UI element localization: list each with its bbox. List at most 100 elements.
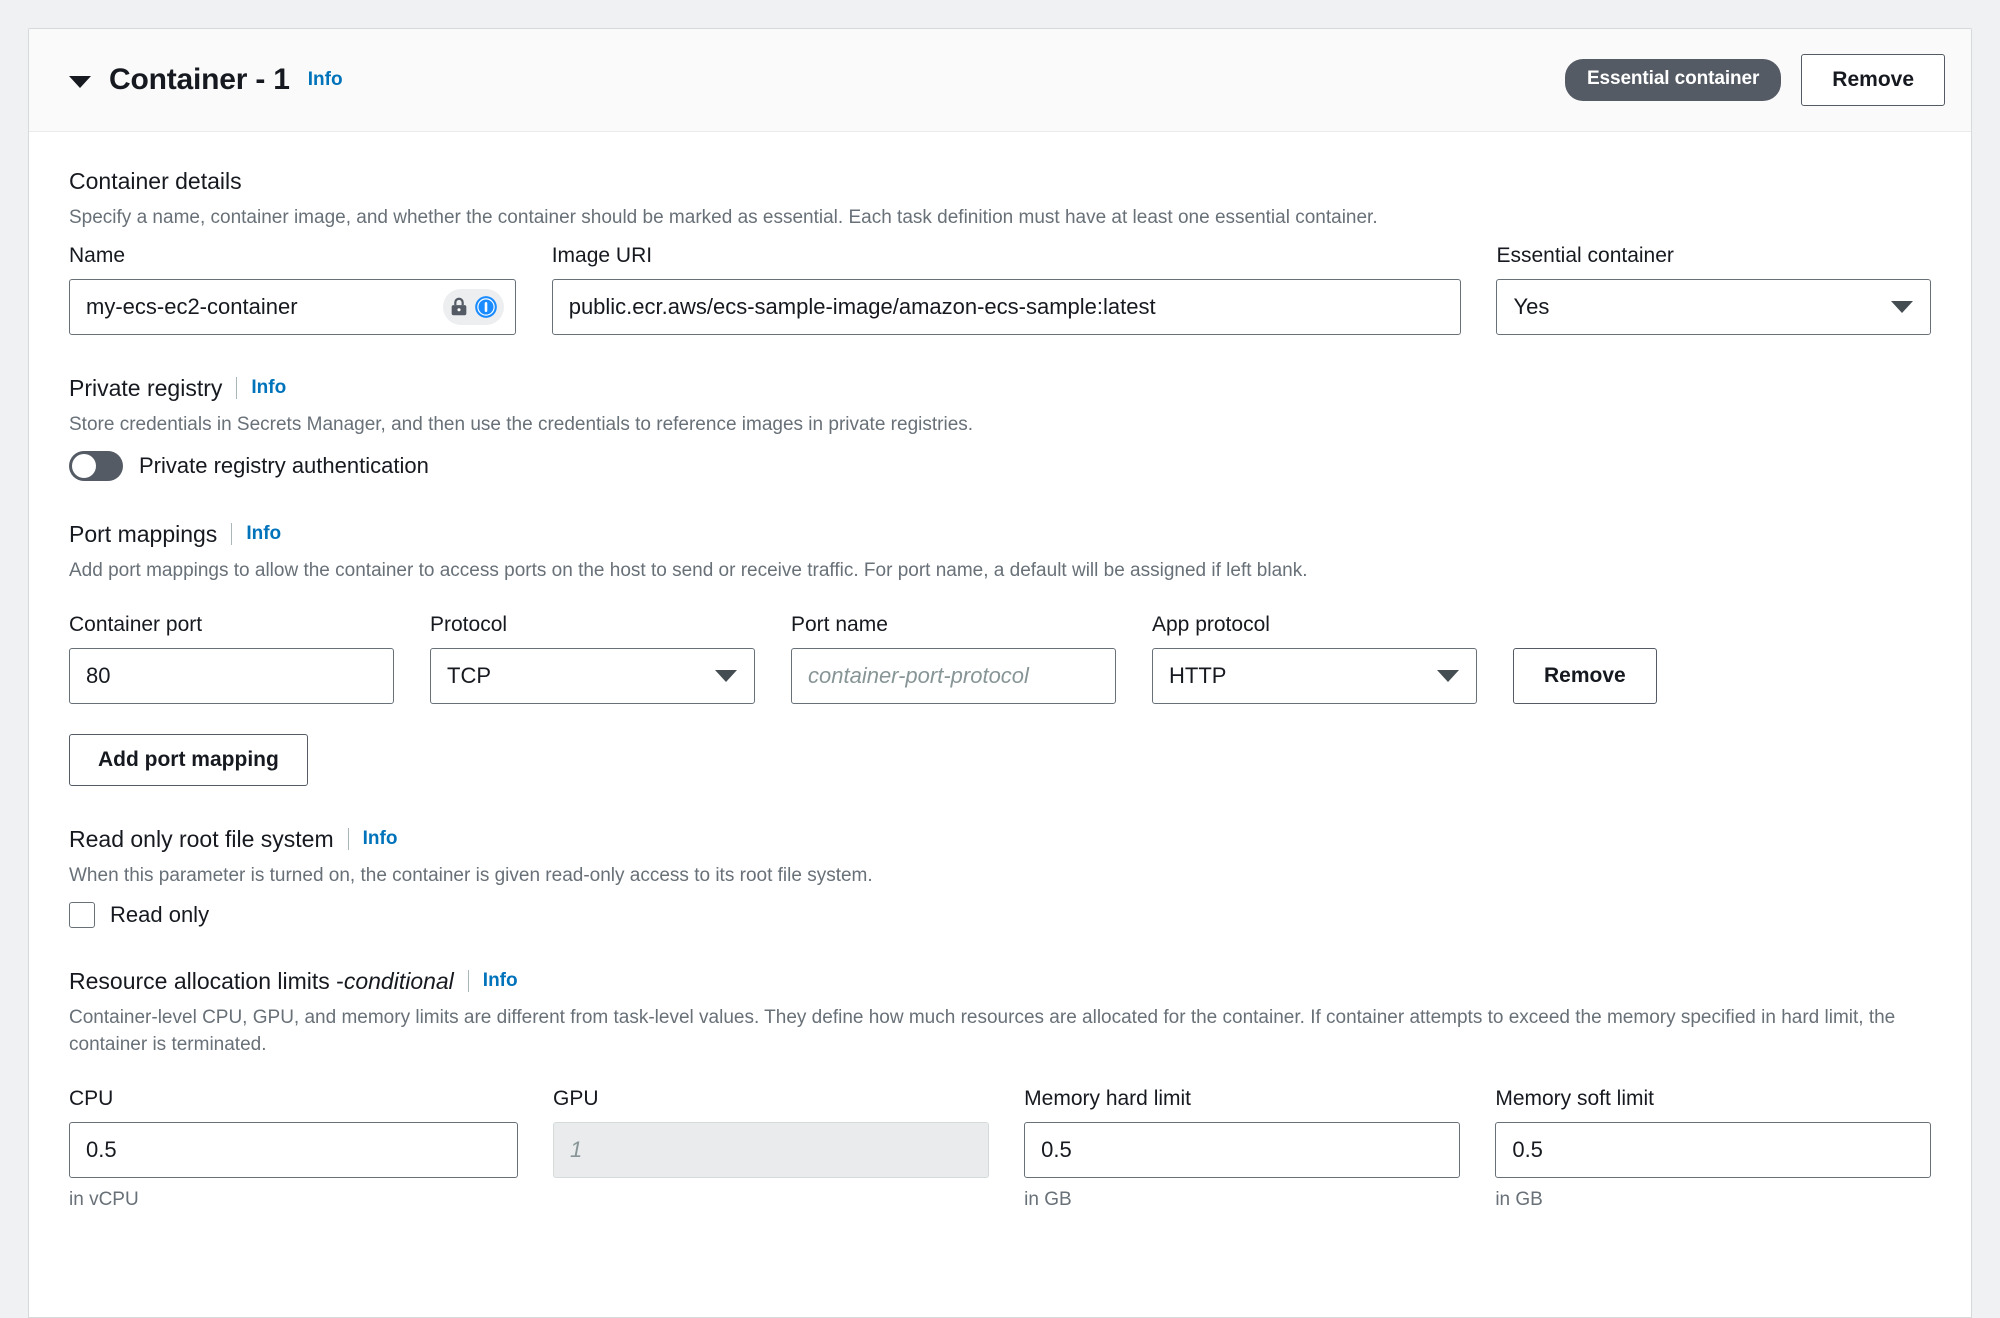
section-read-only-root: Read only root file system Info When thi… <box>69 826 1931 928</box>
port-mappings-heading: Port mappings Info <box>69 521 1931 548</box>
name-input-wrap <box>69 278 517 335</box>
card-header: Container - 1 Info Essential container R… <box>29 29 1971 132</box>
read-only-description: When this parameter is turned on, the co… <box>69 864 873 886</box>
card-body: Container details Specify a name, contai… <box>29 132 1971 1251</box>
card-header-right: Essential container Remove <box>1564 54 1945 106</box>
read-only-heading: Read only root file system Info <box>69 826 1931 853</box>
private-registry-description: Store credentials in Secrets Manager, an… <box>69 413 974 435</box>
field-image-uri: Image URI <box>551 243 1462 335</box>
field-app-protocol: App protocol HTTP <box>1152 613 1477 704</box>
field-name: Name <box>69 243 517 335</box>
field-essential-container: Essential container Yes <box>1496 244 1931 335</box>
resource-limits-heading: Resource allocation limits - conditional… <box>69 968 1931 995</box>
spacer-res-1 <box>69 1071 1931 1087</box>
field-memory-soft-limit: Memory soft limit in GB <box>1495 1086 1932 1211</box>
field-remove-port: Remove <box>1513 613 1657 704</box>
container-details-fields: Name my-ecs-ec2-container Image URI publ… <box>69 244 1931 335</box>
read-only-heading-text: Read only root file system <box>69 825 334 852</box>
port-name-input[interactable] <box>791 647 1116 704</box>
label-port-name: Port name <box>791 612 888 636</box>
private-registry-auth-toggle[interactable] <box>69 450 123 481</box>
spacer-section-2 <box>69 481 1931 521</box>
page-root: Container - 1 Info Essential container R… <box>0 0 2000 1318</box>
memory-soft-limit-hint: in GB <box>1495 1188 1543 1210</box>
essential-container-select-wrap: Yes <box>1496 278 1931 335</box>
container-port-input[interactable] <box>69 647 394 704</box>
field-memory-hard-limit: Memory hard limit in GB <box>1024 1087 1460 1211</box>
field-container-port: Container port <box>69 613 394 704</box>
field-gpu: GPU <box>552 1086 989 1211</box>
remove-port-mapping-button[interactable]: Remove <box>1513 647 1657 704</box>
info-link-read-only[interactable]: Info <box>363 828 398 850</box>
container-details-heading: Container details <box>69 168 1931 195</box>
resource-limits-description: Container-level CPU, GPU, and memory lim… <box>69 1006 1896 1055</box>
field-port-name: Port name <box>791 613 1116 704</box>
memory-hard-limit-input[interactable] <box>1024 1121 1460 1178</box>
page-title: Container - 1 <box>109 63 290 96</box>
resource-limits-heading-conditional: conditional <box>343 967 454 994</box>
spacer-port-6 <box>69 704 1931 734</box>
spacer-res-3 <box>989 1087 1024 1211</box>
spacer-port-3 <box>755 613 791 704</box>
cpu-input[interactable] <box>69 1121 518 1178</box>
add-port-mapping-button[interactable]: Add port mapping <box>69 733 308 786</box>
gpu-input <box>552 1121 989 1178</box>
spacer-res-4 <box>1460 1087 1495 1211</box>
spacer-port-2 <box>394 613 430 704</box>
label-app-protocol: App protocol <box>1152 612 1270 636</box>
info-link-resource-limits[interactable]: Info <box>483 970 518 992</box>
toggle-knob <box>72 453 96 478</box>
spacer-section-1 <box>69 335 1931 375</box>
essential-container-select[interactable]: Yes <box>1496 278 1931 335</box>
private-registry-toggle-row: Private registry authentication <box>69 450 1931 481</box>
lock-icon <box>451 297 467 316</box>
private-registry-heading: Private registry Info <box>69 375 1931 402</box>
app-protocol-select-wrap: HTTP <box>1152 647 1477 704</box>
caret-down-icon[interactable] <box>69 75 91 88</box>
image-uri-input[interactable] <box>551 278 1462 335</box>
label-gpu: GPU <box>552 1086 599 1110</box>
container-details-heading-text: Container details <box>69 168 242 194</box>
spacer-section-3 <box>69 786 1931 826</box>
port-mappings-heading-text: Port mappings <box>69 520 218 547</box>
info-link-port-mappings[interactable]: Info <box>246 523 281 545</box>
resource-limits-heading-text: Resource allocation limits - <box>69 967 344 994</box>
section-port-mappings: Port mappings Info Add port mappings to … <box>69 521 1931 786</box>
app-protocol-select[interactable]: HTTP <box>1152 647 1477 704</box>
port-mappings-description: Add port mappings to allow the container… <box>69 559 1308 581</box>
field-protocol: Protocol TCP <box>430 613 755 704</box>
read-only-checkbox-label: Read only <box>110 901 210 927</box>
card-header-left: Container - 1 Info <box>69 63 1565 97</box>
read-only-checkbox[interactable] <box>69 901 95 928</box>
label-essential-container: Essential container <box>1496 243 1674 267</box>
read-only-checkbox-row: Read only <box>69 901 1931 928</box>
divider-port-mappings <box>231 523 233 546</box>
protocol-select-wrap: TCP <box>430 647 755 704</box>
password-manager-pill[interactable] <box>443 288 505 325</box>
label-cpu: CPU <box>69 1086 114 1110</box>
memory-soft-limit-input[interactable] <box>1495 1121 1932 1178</box>
protocol-select[interactable]: TCP <box>430 647 755 704</box>
info-link-container[interactable]: Info <box>308 69 343 91</box>
label-image-uri: Image URI <box>551 243 653 267</box>
key-icon <box>475 296 498 318</box>
divider-resource-limits <box>467 970 469 993</box>
spacer-port-4 <box>1116 613 1152 704</box>
spacer-port-5 <box>1477 613 1513 704</box>
spacer-port-1 <box>69 597 1931 613</box>
label-memory-hard-limit: Memory hard limit <box>1024 1086 1192 1110</box>
divider-private-registry <box>236 377 238 400</box>
private-registry-heading-text: Private registry <box>69 374 223 401</box>
status-badge: Essential container <box>1564 59 1782 101</box>
resource-limits-fields: CPU in vCPU GPU Memory hard limit in GB <box>69 1086 1932 1211</box>
field-cpu: CPU in vCPU <box>69 1087 518 1211</box>
container-details-description: Specify a name, container image, and whe… <box>69 207 1378 228</box>
remove-container-button[interactable]: Remove <box>1801 54 1945 106</box>
label-memory-soft-limit: Memory soft limit <box>1495 1086 1655 1110</box>
label-name: Name <box>69 243 126 267</box>
info-link-private-registry[interactable]: Info <box>251 377 286 399</box>
section-resource-limits: Resource allocation limits - conditional… <box>69 968 1932 1211</box>
private-registry-toggle-label: Private registry authentication <box>139 452 429 478</box>
spacer-res-2 <box>518 1087 553 1211</box>
